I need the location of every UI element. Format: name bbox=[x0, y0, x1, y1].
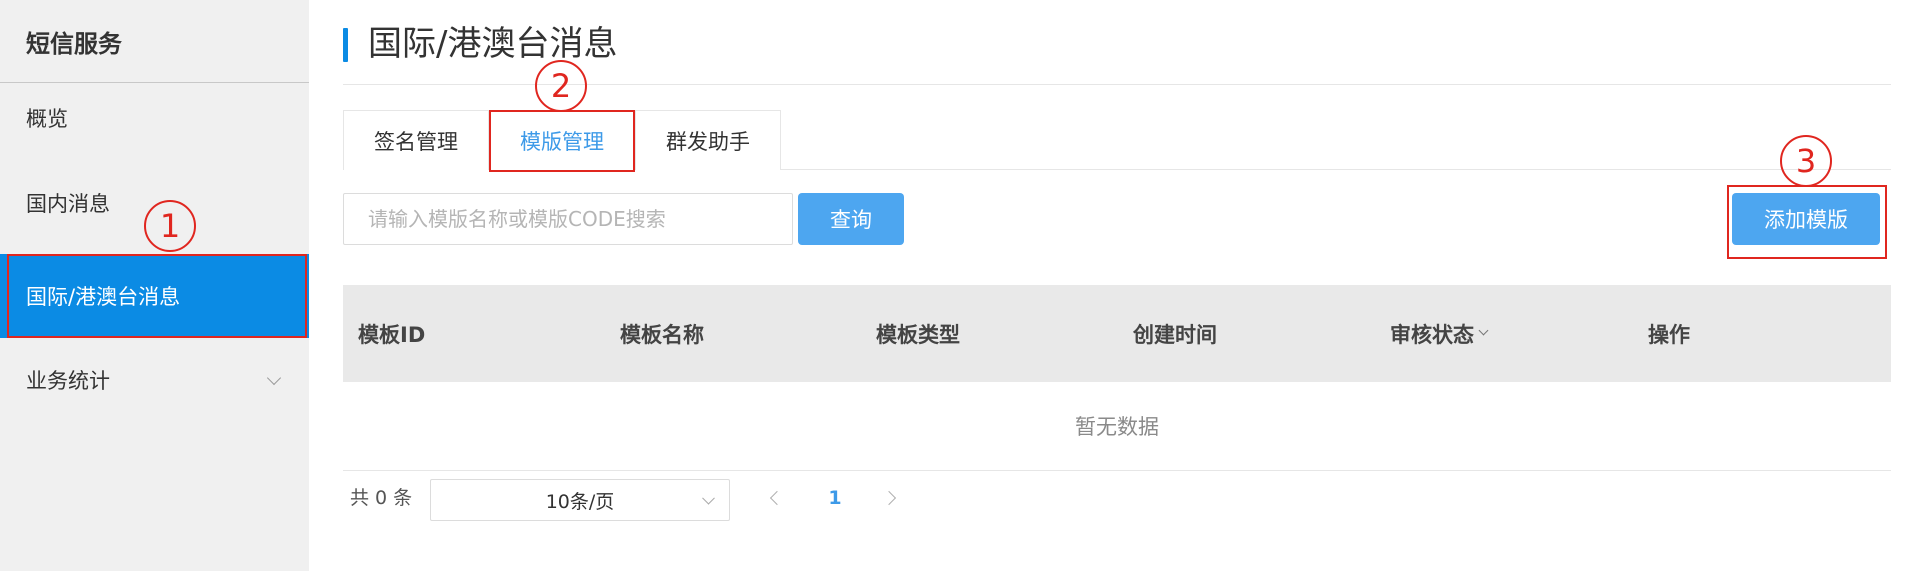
column-header-template-type: 模板类型 bbox=[876, 322, 960, 347]
chevron-down-icon bbox=[266, 370, 282, 386]
page-title: 国际/港澳台消息 bbox=[368, 24, 618, 64]
page-size-select[interactable]: 10条/页 bbox=[430, 479, 730, 521]
add-template-button[interactable]: 添加模版 bbox=[1732, 193, 1880, 245]
column-header-template-id: 模板ID bbox=[358, 322, 426, 347]
page-number[interactable]: 1 bbox=[818, 484, 852, 512]
sidebar-item-label: 概览 bbox=[26, 107, 68, 131]
tab-label: 签名管理 bbox=[374, 129, 458, 154]
page-size-value: 10条/页 bbox=[545, 490, 615, 513]
divider bbox=[343, 470, 1891, 471]
sidebar-item-overview[interactable]: 概览 bbox=[0, 84, 309, 152]
sidebar-item-business-statistics[interactable]: 业务统计 bbox=[0, 346, 309, 414]
tab-label: 模版管理 bbox=[520, 129, 604, 154]
column-header-template-name: 模板名称 bbox=[620, 322, 704, 347]
tab-label: 群发助手 bbox=[666, 129, 750, 154]
prev-page-icon[interactable] bbox=[769, 490, 785, 506]
sidebar: 短信服务 概览 国内消息 国际/港澳台消息 业务统计 bbox=[0, 0, 309, 571]
search-input[interactable] bbox=[343, 193, 793, 245]
sidebar-item-international-messages[interactable]: 国际/港澳台消息 bbox=[0, 254, 309, 338]
sidebar-title: 短信服务 bbox=[0, 0, 309, 83]
table-header: 模板ID 模板名称 模板类型 创建时间 审核状态 操作 bbox=[343, 285, 1891, 382]
tab-bulk-send-assistant[interactable]: 群发助手 bbox=[635, 110, 781, 170]
annotation-marker-2: 2 bbox=[535, 60, 587, 112]
sidebar-item-label: 国内消息 bbox=[26, 192, 110, 216]
search-button[interactable]: 查询 bbox=[798, 193, 904, 245]
tab-template-management[interactable]: 模版管理 bbox=[489, 110, 635, 170]
chevron-down-icon bbox=[1478, 325, 1489, 336]
sidebar-item-label: 国际/港澳台消息 bbox=[26, 285, 181, 309]
next-page-icon[interactable] bbox=[881, 490, 897, 506]
column-header-actions: 操作 bbox=[1648, 322, 1690, 347]
table-empty-text: 暂无数据 bbox=[1075, 415, 1159, 439]
column-header-created-time: 创建时间 bbox=[1133, 322, 1217, 347]
annotation-marker-3: 3 bbox=[1780, 135, 1832, 187]
chevron-down-icon bbox=[702, 491, 715, 505]
pagination-total: 共 0 条 bbox=[350, 487, 413, 509]
column-header-review-status[interactable]: 审核状态 bbox=[1390, 285, 1489, 382]
annotation-marker-1: 1 bbox=[144, 200, 196, 252]
tab-signature-management[interactable]: 签名管理 bbox=[343, 110, 489, 170]
sidebar-item-label: 业务统计 bbox=[26, 369, 110, 393]
title-accent-bar bbox=[343, 28, 348, 62]
